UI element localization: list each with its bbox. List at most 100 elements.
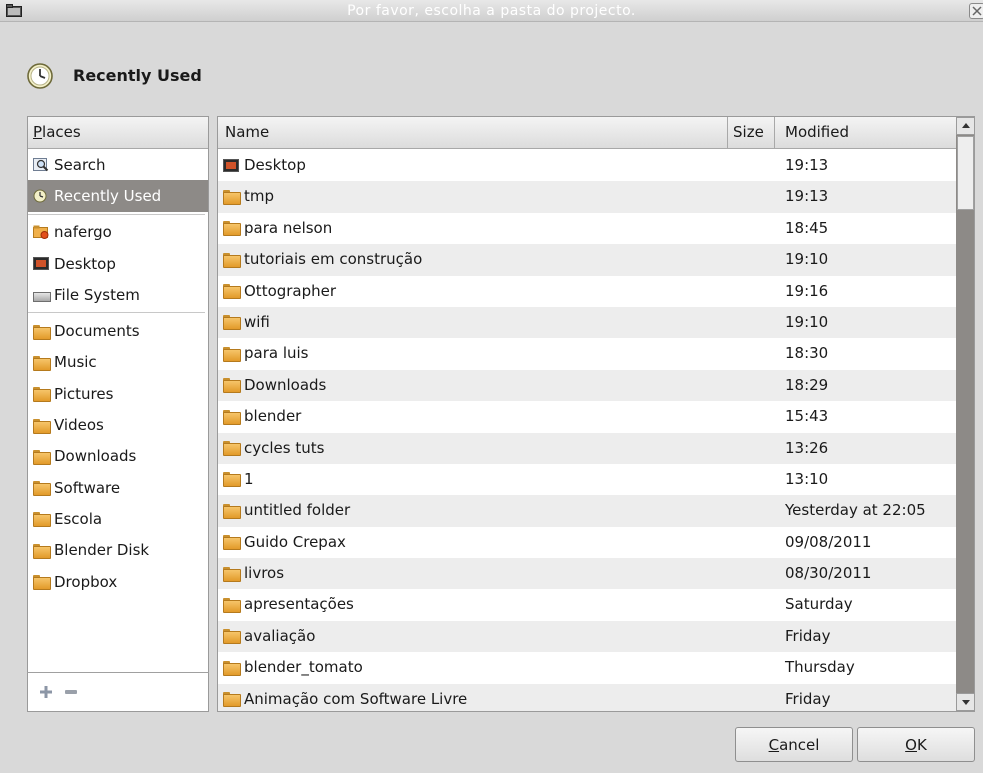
file-list: Name Size Modified Desktop 19:13 tmp 19:… bbox=[217, 116, 975, 712]
sidebar-item-label: Desktop bbox=[54, 254, 116, 273]
file-row[interactable]: Guido Crepax 09/08/2011 bbox=[218, 527, 956, 558]
file-modified: Saturday bbox=[785, 595, 853, 614]
file-row[interactable]: Animação com Software Livre Friday bbox=[218, 683, 956, 711]
file-modified: Yesterday at 22:05 bbox=[785, 501, 926, 520]
file-row[interactable]: Ottographer 19:16 bbox=[218, 276, 956, 307]
file-modified: 09/08/2011 bbox=[785, 532, 872, 551]
file-name: wifi bbox=[244, 312, 270, 331]
file-modified: 15:43 bbox=[785, 407, 829, 426]
file-modified: 19:13 bbox=[785, 156, 829, 174]
file-row[interactable]: blender 15:43 bbox=[218, 401, 956, 432]
cancel-label-rest: ancel bbox=[779, 736, 820, 754]
ok-button[interactable]: OK bbox=[857, 727, 975, 762]
sidebar-separator bbox=[28, 213, 205, 215]
file-modified: Thursday bbox=[785, 658, 855, 677]
ok-label-rest: K bbox=[916, 736, 927, 754]
sidebar-item-music[interactable]: Music bbox=[28, 347, 208, 378]
scroll-up-button[interactable] bbox=[956, 117, 974, 135]
file-row[interactable]: apresentações Saturday bbox=[218, 589, 956, 620]
file-row[interactable]: Desktop 19:13 bbox=[218, 150, 956, 181]
file-name: Guido Crepax bbox=[244, 532, 346, 551]
folder-icon bbox=[223, 629, 241, 645]
column-header-modified[interactable]: Modified bbox=[775, 117, 956, 149]
drive-icon bbox=[33, 288, 51, 303]
sidebar-separator bbox=[28, 312, 205, 314]
sidebar-item-downloads[interactable]: Downloads bbox=[28, 441, 208, 472]
file-name: blender_tomato bbox=[244, 658, 363, 677]
sidebar-item-nafergo[interactable]: nafergo bbox=[28, 217, 208, 248]
file-row[interactable]: avaliação Friday bbox=[218, 620, 956, 653]
cancel-button[interactable]: Cancel bbox=[735, 727, 853, 762]
scroll-down-button[interactable] bbox=[956, 693, 974, 711]
file-row[interactable]: untitled folder Yesterday at 22:05 bbox=[218, 495, 956, 527]
file-row[interactable]: Downloads 18:29 bbox=[218, 369, 956, 402]
sidebar-item-videos[interactable]: Videos bbox=[28, 409, 208, 440]
file-name: tmp bbox=[244, 187, 275, 206]
folder-icon bbox=[223, 284, 241, 300]
places-header[interactable]: Places bbox=[28, 117, 208, 149]
folder-icon bbox=[223, 472, 241, 488]
column-header-name[interactable]: Name bbox=[218, 117, 728, 149]
desktop-icon bbox=[33, 257, 49, 271]
file-modified: 19:10 bbox=[785, 250, 829, 269]
arrow-down-icon bbox=[962, 700, 970, 705]
title-bar: Por favor, escolha a pasta do projecto. bbox=[0, 0, 983, 22]
file-name: Desktop bbox=[244, 156, 306, 174]
sidebar-item-label: Escola bbox=[54, 509, 103, 528]
sidebar-item-documents[interactable]: Documents bbox=[28, 315, 208, 346]
file-row[interactable]: cycles tuts 13:26 bbox=[218, 432, 956, 464]
file-row[interactable]: 1 13:10 bbox=[218, 464, 956, 495]
folder-icon bbox=[33, 481, 51, 497]
sidebar-item-escola[interactable]: Escola bbox=[28, 503, 208, 534]
file-modified: 18:45 bbox=[785, 218, 829, 237]
sidebar-item-blender-disk[interactable]: Blender Disk bbox=[28, 535, 208, 566]
file-row[interactable]: para nelson 18:45 bbox=[218, 213, 956, 244]
file-name: tutoriais em construção bbox=[244, 250, 423, 269]
file-name: untitled folder bbox=[244, 501, 351, 520]
folder-icon bbox=[223, 566, 241, 582]
sidebar-item-software[interactable]: Software bbox=[28, 472, 208, 503]
file-name: para luis bbox=[244, 344, 309, 363]
folder-icon bbox=[223, 378, 241, 394]
sidebar-item-file-system[interactable]: File System bbox=[28, 279, 208, 310]
scroll-thumb[interactable] bbox=[957, 136, 974, 210]
file-row[interactable]: tutoriais em construção 19:10 bbox=[218, 244, 956, 276]
folder-icon bbox=[33, 324, 51, 340]
folder-icon bbox=[223, 535, 241, 551]
file-row[interactable]: para luis 18:30 bbox=[218, 338, 956, 369]
file-rows: Desktop 19:13 tmp 19:13 para nelson 18:4… bbox=[218, 150, 956, 711]
sidebar-item-dropbox[interactable]: Dropbox bbox=[28, 566, 208, 597]
remove-bookmark-icon[interactable] bbox=[65, 690, 77, 694]
close-button[interactable] bbox=[969, 3, 983, 19]
file-row[interactable]: tmp 19:13 bbox=[218, 181, 956, 213]
folder-icon bbox=[223, 692, 241, 708]
cancel-mnemonic: C bbox=[768, 736, 780, 754]
folder-icon bbox=[223, 503, 241, 519]
ok-mnemonic: O bbox=[905, 736, 917, 754]
sidebar-item-desktop[interactable]: Desktop bbox=[28, 248, 208, 279]
file-name: Ottographer bbox=[244, 281, 337, 300]
sidebar-item-label: Documents bbox=[54, 322, 140, 341]
sidebar-item-search[interactable]: Search bbox=[28, 149, 208, 180]
file-modified: 19:10 bbox=[785, 312, 829, 331]
folder-icon bbox=[223, 252, 241, 268]
file-name: para nelson bbox=[244, 218, 333, 237]
file-name: blender bbox=[244, 407, 302, 426]
vertical-scrollbar[interactable] bbox=[956, 117, 974, 711]
file-row[interactable]: wifi 19:10 bbox=[218, 306, 956, 339]
file-modified: 18:29 bbox=[785, 375, 829, 394]
places-sidebar: Places Search Recently Used nafergo Desk… bbox=[27, 116, 209, 712]
add-bookmark-icon[interactable] bbox=[39, 685, 53, 699]
column-header-size[interactable]: Size bbox=[728, 117, 775, 149]
file-row[interactable]: livros 08/30/2011 bbox=[218, 558, 956, 590]
file-row[interactable]: blender_tomato Thursday bbox=[218, 652, 956, 683]
file-name: Downloads bbox=[244, 375, 327, 394]
folder-icon bbox=[33, 418, 51, 434]
file-list-header: Name Size Modified bbox=[218, 117, 956, 149]
sidebar-item-label: Search bbox=[54, 155, 106, 174]
sidebar-item-recently-used[interactable]: Recently Used bbox=[28, 180, 208, 212]
sidebar-item-label: Pictures bbox=[54, 384, 114, 403]
file-modified: 08/30/2011 bbox=[785, 564, 872, 583]
folder-icon bbox=[223, 660, 241, 676]
sidebar-item-pictures[interactable]: Pictures bbox=[28, 378, 208, 409]
